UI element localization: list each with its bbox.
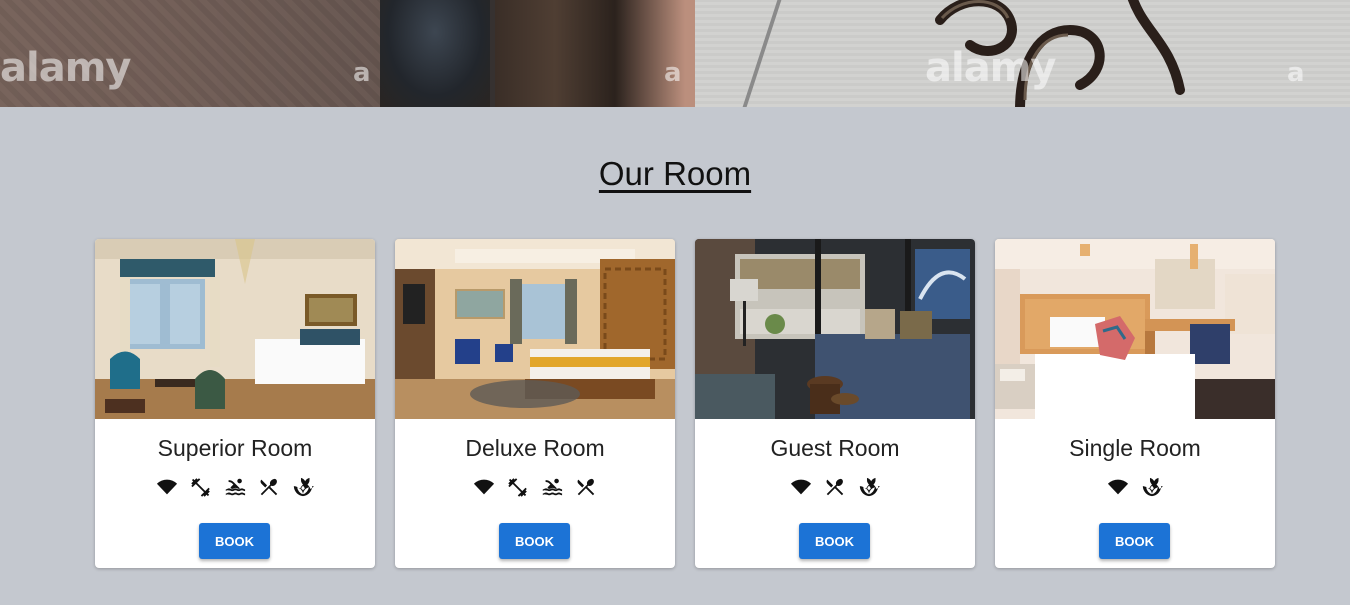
room-photo	[695, 239, 975, 419]
wifi-icon	[1107, 476, 1129, 498]
book-button[interactable]: BOOK	[1099, 523, 1170, 559]
pool-icon	[224, 476, 246, 498]
watermark-text: a	[664, 58, 682, 88]
hero-banner-image: alamy a a alamy a	[0, 0, 1350, 107]
watermark-text: alamy	[0, 45, 131, 91]
room-card-single: Single Room BOOK	[995, 239, 1275, 568]
wifi-icon	[473, 476, 495, 498]
section-title: Our Room	[598, 155, 752, 192]
wifi-icon	[156, 476, 178, 498]
wifi-icon	[790, 476, 812, 498]
room-card-superior: Superior Room BOOK	[95, 239, 375, 568]
watermark-text: a	[1287, 58, 1305, 88]
room-photo	[395, 239, 675, 419]
spa-icon	[292, 476, 314, 498]
room-card-deluxe: Deluxe Room BOOK	[395, 239, 675, 568]
amenities-list	[95, 476, 375, 498]
gym-icon	[190, 476, 212, 498]
pool-icon	[541, 476, 563, 498]
book-button[interactable]: BOOK	[499, 523, 570, 559]
room-photo	[95, 239, 375, 419]
restaurant-icon	[575, 476, 597, 498]
gym-icon	[507, 476, 529, 498]
spa-icon	[1141, 476, 1163, 498]
room-name: Guest Room	[770, 435, 900, 461]
spa-icon	[858, 476, 880, 498]
room-card-guest: Guest Room BOOK	[695, 239, 975, 568]
amenities-list	[995, 476, 1275, 498]
book-button[interactable]: BOOK	[799, 523, 870, 559]
room-name: Single Room	[1069, 435, 1201, 461]
amenities-list	[695, 476, 975, 498]
room-photo	[995, 239, 1275, 419]
restaurant-icon	[258, 476, 280, 498]
room-name: Superior Room	[157, 435, 313, 461]
room-name: Deluxe Room	[465, 435, 605, 461]
amenities-list	[395, 476, 675, 498]
watermark-text: alamy	[925, 45, 1056, 91]
watermark-text: a	[353, 58, 371, 88]
book-button[interactable]: BOOK	[199, 523, 270, 559]
restaurant-icon	[824, 476, 846, 498]
